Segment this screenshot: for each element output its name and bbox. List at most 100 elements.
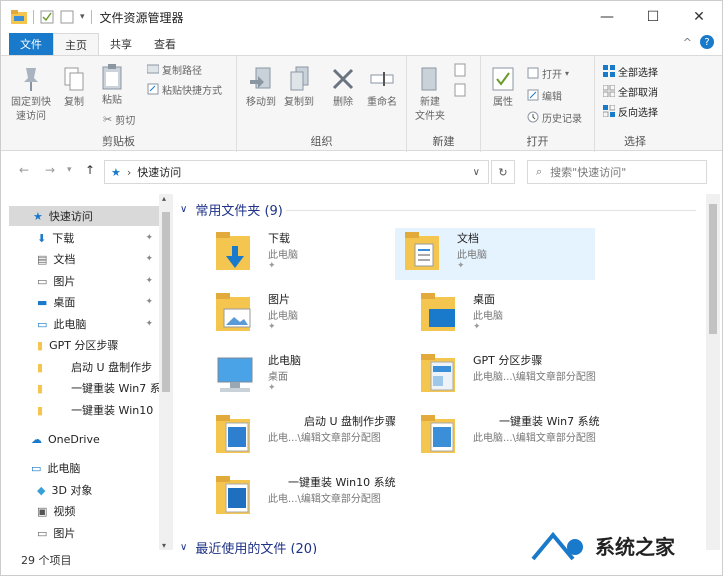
tile-location: 此电脑 xyxy=(457,250,487,261)
address-dropdown-icon[interactable]: ∨ xyxy=(473,167,480,178)
delete-button[interactable]: 删除 xyxy=(329,64,357,110)
section-title: 最近使用的文件 (20) xyxy=(195,542,318,554)
up-arrow-icon[interactable]: ↑ xyxy=(85,163,95,177)
nav-item-quick-access[interactable]: ★ 快速访问 xyxy=(9,206,159,226)
section-header-recent[interactable]: ∨ 最近使用的文件 (20) xyxy=(180,538,317,554)
nav-item-pictures-pc[interactable]: ▭ 图片 xyxy=(9,523,159,543)
new-folder-icon[interactable] xyxy=(60,10,74,24)
scroll-down-icon[interactable]: ▾ xyxy=(162,541,166,550)
search-input[interactable]: ⌕ 搜索"快速访问" xyxy=(527,160,707,184)
nav-item-downloads[interactable]: ⬇ 下载 ✦ xyxy=(9,228,159,248)
properties-button[interactable]: 属性 xyxy=(487,64,519,110)
tab-share[interactable]: 共享 xyxy=(99,33,143,55)
tile-location: 此电脑 xyxy=(473,311,503,322)
breadcrumb[interactable]: 快速访问 xyxy=(137,164,181,180)
tile-usb-boot[interactable]: 启动 U 盘制作步骤 此电...\编辑文章部分配图 xyxy=(206,411,406,463)
cut-button[interactable]: ✂ 剪切 xyxy=(103,110,135,128)
nav-item-3d-objects[interactable]: ◆ 3D 对象 xyxy=(9,480,159,500)
maximize-button[interactable]: ☐ xyxy=(630,1,676,33)
refresh-button[interactable]: ↻ xyxy=(491,160,515,184)
tab-home[interactable]: 主页 xyxy=(53,33,99,55)
collapse-ribbon-icon[interactable]: ^ xyxy=(683,36,692,49)
tile-this-pc[interactable]: 此电脑 桌面 ✦ xyxy=(206,350,406,402)
clipboard-icon xyxy=(102,64,122,90)
nav-item-label: 图片 xyxy=(53,275,76,288)
nav-item-pictures[interactable]: ▭ 图片 ✦ xyxy=(9,271,159,291)
section-header-frequent[interactable]: ∨ 常用文件夹 (9) xyxy=(180,200,283,219)
properties-icon[interactable] xyxy=(40,10,54,24)
customize-dropdown-icon[interactable]: ▾ xyxy=(80,12,85,22)
move-to-label: 移动到 xyxy=(246,97,276,108)
tile-gpt[interactable]: GPT 分区步骤 此电脑...\编辑文章部分配图 xyxy=(411,350,611,402)
new-folder-button[interactable]: 新建 文件夹 xyxy=(411,64,449,124)
ribbon-right-controls: ^ ? xyxy=(683,35,714,49)
group-organize: 移动到 复制到 删除 重命名 组织 xyxy=(237,56,407,152)
pin-icon: ✦ xyxy=(145,233,153,243)
open-label: 打开 xyxy=(542,69,562,81)
chevron-down-icon: ▾ xyxy=(565,68,570,78)
scroll-up-icon[interactable]: ▴ xyxy=(162,194,166,203)
open-button[interactable]: 打开 ▾ xyxy=(527,64,569,82)
address-bar[interactable]: ★ › 快速访问 ∨ xyxy=(104,160,489,184)
ribbon: 固定到快 速访问 复制 粘贴 复制路径 粘贴快捷方式 ✂ 剪切 剪贴板 移动到 … xyxy=(1,55,722,152)
tab-file[interactable]: 文件 xyxy=(9,33,53,55)
pin-to-quick-access-button[interactable]: 固定到快 速访问 xyxy=(9,64,53,124)
nav-item-usb-folder[interactable]: ▮ 启动 U 盘制作步 xyxy=(9,357,159,377)
move-to-button[interactable]: 移动到 xyxy=(243,64,279,110)
nav-item-desktop[interactable]: ▬ 桌面 ✦ xyxy=(9,292,159,312)
status-item-count: 29 个项目 xyxy=(21,554,72,567)
paste-button[interactable]: 粘贴 xyxy=(97,62,127,108)
tile-location: 此电脑 xyxy=(268,250,298,261)
history-icon xyxy=(527,111,539,123)
nav-item-label: OneDrive xyxy=(48,432,100,446)
history-button[interactable]: 历史记录 xyxy=(527,108,582,126)
tile-documents[interactable]: 文档 此电脑 ✦ xyxy=(395,228,595,280)
tile-pictures[interactable]: 图片 此电脑 ✦ xyxy=(206,289,406,341)
copy-to-button[interactable]: 复制到 xyxy=(281,64,317,110)
nav-item-onedrive[interactable]: ☁ OneDrive xyxy=(9,429,159,449)
rename-button[interactable]: 重命名 xyxy=(363,64,401,110)
tile-win7[interactable]: 一键重装 Win7 系统 此电脑...\编辑文章部分配图 xyxy=(411,411,611,463)
new-folder-label: 新建 文件夹 xyxy=(415,97,445,122)
nav-item-this-pc-root[interactable]: ▭ 此电脑 xyxy=(9,458,159,478)
close-button[interactable]: ✕ xyxy=(676,1,722,33)
forward-arrow-icon[interactable]: → xyxy=(45,163,55,177)
new-item-icon[interactable] xyxy=(453,62,473,78)
nav-item-videos[interactable]: ▣ 视频 xyxy=(9,501,159,521)
invert-selection-button[interactable]: 反向选择 xyxy=(603,102,658,120)
pin-icon: ✦ xyxy=(268,322,276,332)
tile-desktop[interactable]: 桌面 此电脑 ✦ xyxy=(411,289,611,341)
tile-downloads[interactable]: 下载 此电脑 ✦ xyxy=(206,228,406,280)
back-arrow-icon[interactable]: ← xyxy=(19,163,29,177)
recent-locations-chevron-icon[interactable]: ▾ xyxy=(67,165,72,175)
content-scrollbar[interactable] xyxy=(706,194,720,550)
minimize-button[interactable]: — xyxy=(584,1,630,33)
easy-access-icon[interactable] xyxy=(453,82,473,98)
tile-win10[interactable]: 一键重装 Win10 系统 此电...\编辑文章部分配图 xyxy=(206,472,406,524)
content-scrollbar-thumb[interactable] xyxy=(709,204,717,334)
nav-scrollbar[interactable]: ▴ ▾ xyxy=(159,194,173,550)
nav-item-win10-folder[interactable]: ▮ 一键重装 Win10 xyxy=(9,400,159,420)
paste-shortcut-button[interactable]: 粘贴快捷方式 xyxy=(147,80,222,98)
nav-item-this-pc[interactable]: ▭ 此电脑 ✦ xyxy=(9,314,159,334)
help-icon[interactable]: ? xyxy=(700,35,714,49)
edit-button[interactable]: 编辑 xyxy=(527,86,562,104)
copy-path-button[interactable]: 复制路径 xyxy=(147,60,202,78)
tile-name: 文档 xyxy=(457,232,479,245)
nav-scrollbar-thumb[interactable] xyxy=(162,212,170,392)
paste-shortcut-icon xyxy=(147,83,159,95)
nav-item-label: 启动 U 盘制作步 xyxy=(71,361,153,374)
new-folder-icon xyxy=(421,67,437,91)
copy-button[interactable]: 复制 xyxy=(59,64,89,110)
pin-icon: ✦ xyxy=(473,322,481,332)
pin-icon: ✦ xyxy=(145,319,153,329)
watermark-text: 系统之家 xyxy=(595,534,675,559)
nav-item-documents[interactable]: ▤ 文档 ✦ xyxy=(9,249,159,269)
nav-item-win7-folder[interactable]: ▮ 一键重装 Win7 系 xyxy=(9,378,159,398)
nav-item-gpt-folder[interactable]: ▮ GPT 分区步骤 xyxy=(9,335,159,355)
select-none-button[interactable]: 全部取消 xyxy=(603,82,658,100)
select-all-button[interactable]: 全部选择 xyxy=(603,62,658,80)
tab-view[interactable]: 查看 xyxy=(143,33,187,55)
divider xyxy=(90,10,92,24)
search-placeholder: 搜索"快速访问" xyxy=(550,166,627,179)
